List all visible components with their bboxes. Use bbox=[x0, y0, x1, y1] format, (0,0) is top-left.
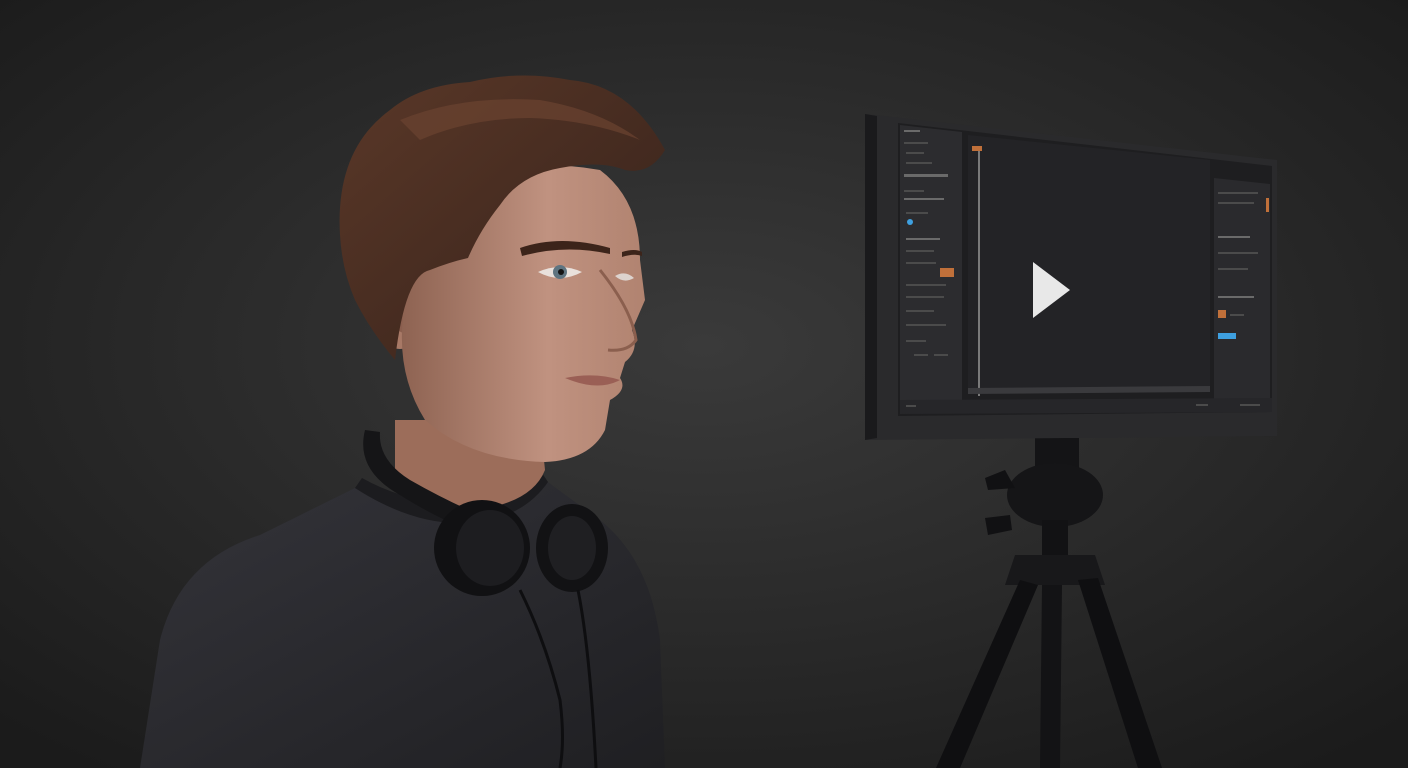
apply-button[interactable] bbox=[1218, 333, 1236, 339]
timeline-marker-head bbox=[972, 146, 982, 151]
tripod-head bbox=[1007, 463, 1103, 527]
properties-panel bbox=[1214, 178, 1270, 405]
pupil bbox=[558, 269, 564, 275]
tripod-leg-center bbox=[1040, 585, 1062, 768]
editor-footer bbox=[900, 398, 1272, 414]
timeline-marker bbox=[978, 146, 980, 396]
headphone-cup-left-pad bbox=[456, 510, 524, 586]
scene bbox=[0, 0, 1408, 768]
headphone-cup-right-pad bbox=[548, 516, 596, 580]
preview-pane bbox=[968, 135, 1210, 392]
monitor-edge bbox=[865, 114, 877, 440]
monitor bbox=[865, 114, 1277, 440]
